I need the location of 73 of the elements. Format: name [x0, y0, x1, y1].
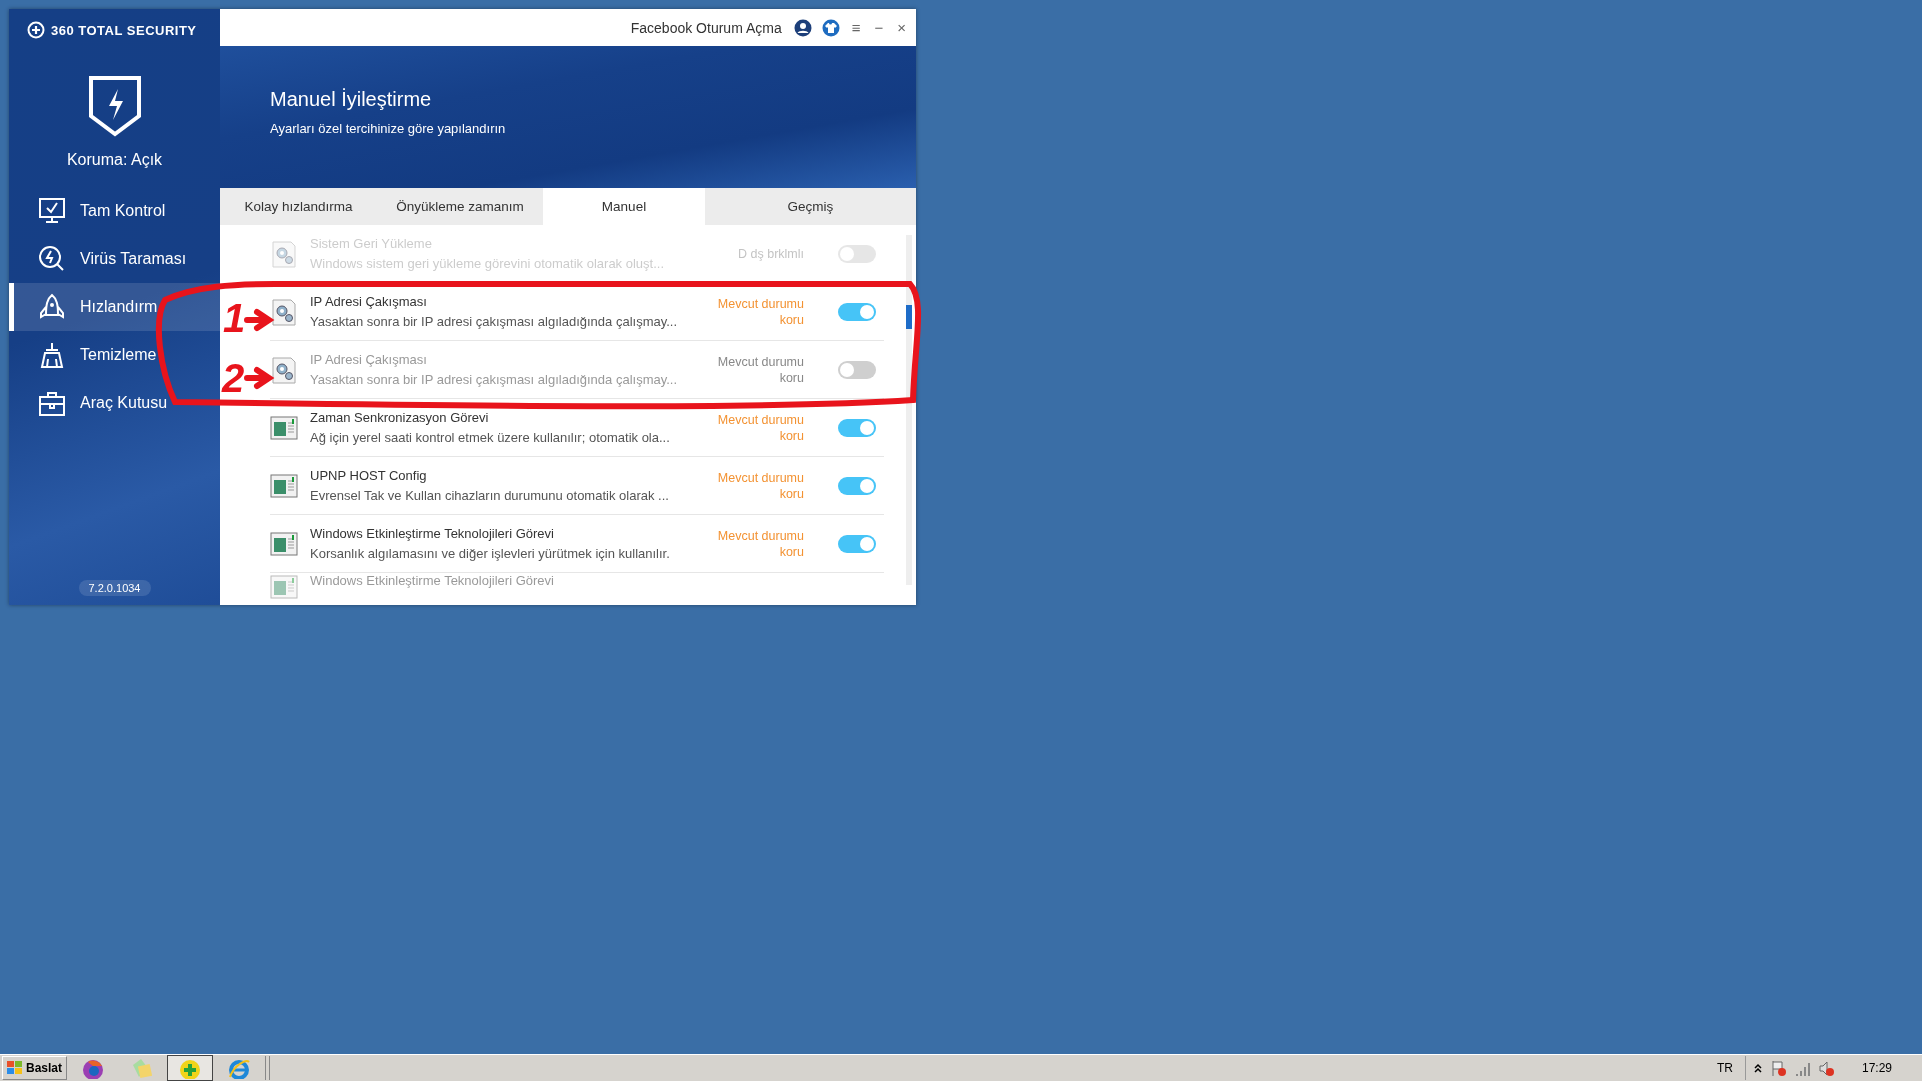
version-label: 7.2.0.1034: [78, 580, 151, 596]
task-title: Zaman Senkronizasyon Görevi: [310, 410, 490, 425]
status-label: Mevcut durumu koru: [716, 353, 804, 386]
shirt-icon[interactable]: [821, 18, 840, 37]
annotation-number: 1: [223, 298, 246, 338]
login-link[interactable]: Facebook Oturum Açma: [630, 19, 782, 36]
annotation-number: 2: [222, 358, 245, 398]
toggle-switch[interactable]: [838, 244, 876, 263]
user-icon[interactable]: [793, 18, 812, 37]
toggle-switch[interactable]: [838, 534, 876, 553]
page-title: Manuel İyileştirme: [270, 88, 433, 111]
status-label: D dş brklmlı: [737, 245, 804, 262]
plus-app-icon[interactable]: [179, 1057, 202, 1079]
task-description: Evrensel Tak ve Kullan cihazların durumunu otomatik olarak ...: [310, 488, 670, 503]
browser-icon[interactable]: [82, 1057, 105, 1079]
window-control[interactable]: ×: [895, 19, 908, 36]
clock: 17:29: [1861, 1061, 1892, 1075]
toggle-switch[interactable]: [838, 476, 876, 495]
scrollbar[interactable]: [906, 235, 912, 585]
monitor-icon: [38, 197, 66, 225]
tab[interactable]: Önyükleme zamanım: [377, 188, 543, 225]
task-title: UPNP HOST Config: [310, 468, 428, 483]
app-window-icon: [270, 471, 298, 500]
task-description: Ağ için yerel saati kontrol etmek üzere kullanılır; otomatik ola...: [310, 430, 671, 445]
start-button[interactable]: Baslat: [2, 1056, 68, 1080]
gear-document-icon: [270, 239, 298, 268]
task-title: Windows Etkinleştirme Teknolojileri Görevi: [310, 573, 555, 588]
app-window-icon: [270, 529, 298, 558]
app-window-icon: [270, 413, 298, 442]
windows-logo-icon: [7, 1061, 23, 1075]
brand-name: 360 TOTAL SECURITY: [51, 22, 197, 38]
rocket-icon: [38, 293, 66, 321]
task-description: Yasaktan sonra bir IP adresi çakışması algıladığında çalışmay...: [310, 314, 679, 329]
tab[interactable]: Kolay hızlandırma: [220, 188, 377, 225]
nav-item[interactable]: Temizleme: [9, 331, 220, 379]
toolbox-icon: [38, 389, 66, 417]
tab[interactable]: Geçmiş: [705, 188, 916, 225]
gear-document-icon: [270, 297, 298, 326]
task-title: Windows Etkinleştirme Teknolojileri Görevi: [310, 526, 555, 541]
scan-icon: [38, 245, 66, 273]
gear-document-icon: [270, 355, 298, 384]
task-title: IP Adresi Çakışması: [310, 294, 428, 309]
nav-item[interactable]: Tam Kontrol: [9, 187, 220, 235]
status-label: Mevcut durumu koru: [716, 295, 804, 328]
nav-item[interactable]: Virüs Taraması: [9, 235, 220, 283]
ie-icon[interactable]: [228, 1057, 251, 1079]
speaker-muted-icon[interactable]: [1817, 1060, 1834, 1076]
app-window-icon: [270, 573, 298, 601]
signal-bars-icon[interactable]: [1793, 1060, 1810, 1076]
plus-circle-icon: [27, 21, 45, 39]
shield-icon: [87, 75, 142, 137]
task-title: IP Adresi Çakışması: [310, 352, 428, 367]
status-label: Mevcut durumu koru: [716, 411, 804, 444]
window-control[interactable]: −: [872, 19, 886, 36]
protection-status: Koruma: Açık: [66, 151, 163, 169]
flag-icon[interactable]: [1769, 1060, 1786, 1076]
nav-item[interactable]: Araç Kutusu: [9, 379, 220, 427]
task-description: Korsanlık algılamasını ve diğer işlevleri yürütmek için kullanılır.: [310, 546, 671, 561]
hand-drawn-arrow: [244, 309, 275, 331]
broom-icon: [38, 341, 66, 369]
page-subtitle: Ayarları özel tercihinize göre yapılandırın: [270, 121, 507, 136]
task-description: Yasaktan sonra bir IP adresi çakışması algıladığında çalışmay...: [310, 372, 679, 387]
tab[interactable]: Manuel: [543, 188, 705, 225]
window-control[interactable]: ≡: [849, 19, 863, 36]
chevron-up-icon[interactable]: [1753, 1063, 1762, 1073]
hand-drawn-arrow: [244, 367, 275, 389]
nav-item[interactable]: Hızlandırm: [9, 283, 220, 331]
toggle-switch[interactable]: [838, 360, 876, 379]
toggle-switch[interactable]: [838, 418, 876, 437]
language-indicator[interactable]: TR: [1716, 1061, 1733, 1075]
status-label: Mevcut durumu koru: [716, 469, 804, 502]
toggle-switch[interactable]: [838, 302, 876, 321]
status-label: Mevcut durumu koru: [716, 527, 804, 560]
